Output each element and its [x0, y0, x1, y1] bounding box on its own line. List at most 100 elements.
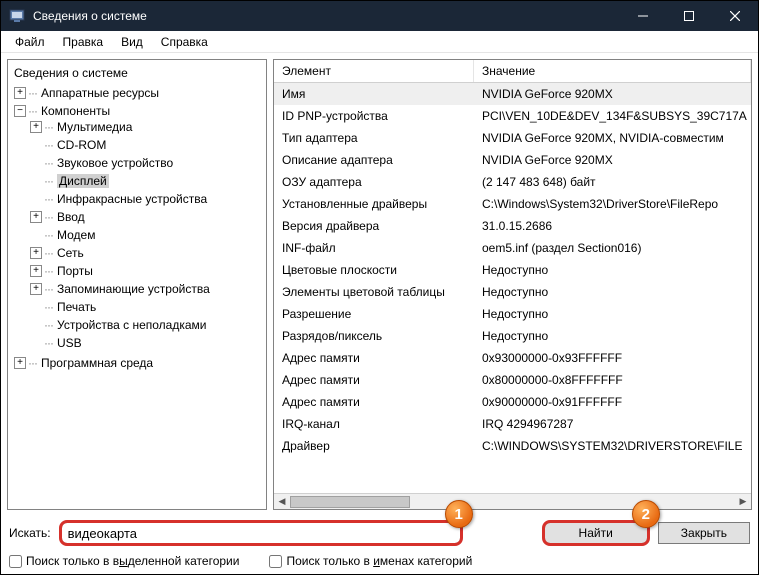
cell-value: NVIDIA GeForce 920MX, NVIDIA-совместим [474, 130, 751, 146]
table-row[interactable]: ДрайверC:\WINDOWS\SYSTEM32\DRIVERSTORE\F… [274, 435, 751, 457]
cell-value: C:\WINDOWS\SYSTEM32\DRIVERSTORE\FILE [474, 438, 751, 454]
window-title: Сведения о системе [33, 9, 620, 23]
cell-value: NVIDIA GeForce 920MX [474, 86, 751, 102]
tree-components[interactable]: Компоненты [41, 104, 110, 118]
app-icon [9, 8, 25, 24]
plus-icon[interactable]: + [30, 211, 42, 223]
table-row[interactable]: ID PNP-устройстваPCI\VEN_10DE&DEV_134F&S… [274, 105, 751, 127]
cell-element: ID PNP-устройства [274, 108, 474, 124]
cell-element: Версия драйвера [274, 218, 474, 234]
cell-element: Разрядов/пиксель [274, 328, 474, 344]
content-area: Сведения о системе + Аппаратные ресурсы −… [1, 53, 758, 516]
cell-element: Элементы цветовой таблицы [274, 284, 474, 300]
table-row[interactable]: Разрядов/пиксельНедоступно [274, 325, 751, 347]
cell-value: 0x90000000-0x91FFFFFF [474, 394, 751, 410]
plus-icon[interactable]: + [30, 121, 42, 133]
column-value[interactable]: Значение [474, 60, 751, 82]
tree-printing[interactable]: Печать [57, 300, 96, 314]
cell-element: Имя [274, 86, 474, 102]
tree-hardware[interactable]: Аппаратные ресурсы [41, 86, 159, 100]
tree-problem-devices[interactable]: Устройства с неполадками [57, 318, 206, 332]
cell-element: Описание адаптера [274, 152, 474, 168]
close-button[interactable] [712, 1, 758, 31]
table-row[interactable]: ОЗУ адаптера(2 147 483 648) байт [274, 171, 751, 193]
menu-help[interactable]: Справка [153, 33, 216, 51]
cell-value: 0x80000000-0x8FFFFFFF [474, 372, 751, 388]
cell-element: Драйвер [274, 438, 474, 454]
table-row[interactable]: Адрес памяти0x93000000-0x93FFFFFF [274, 347, 751, 369]
close-search-button[interactable]: Закрыть [658, 522, 750, 544]
search-input[interactable] [61, 522, 461, 544]
scroll-left-icon[interactable]: ◀ [274, 494, 290, 510]
check-category-names[interactable]: Поиск только в именах категорий [269, 554, 472, 568]
plus-icon[interactable]: + [14, 357, 26, 369]
cell-value: Недоступно [474, 306, 751, 322]
column-element[interactable]: Элемент [274, 60, 474, 82]
menu-edit[interactable]: Правка [55, 33, 112, 51]
tree-storage[interactable]: Запоминающие устройства [57, 282, 210, 296]
plus-icon[interactable]: + [30, 265, 42, 277]
table-row[interactable]: РазрешениеНедоступно [274, 303, 751, 325]
check-selected-category[interactable]: Поиск только в выделенной категории [9, 554, 239, 568]
maximize-button[interactable] [666, 1, 712, 31]
tree-ports[interactable]: Порты [57, 264, 93, 278]
check-category-names-box[interactable] [269, 555, 282, 568]
table-row[interactable]: Описание адаптераNVIDIA GeForce 920MX [274, 149, 751, 171]
search-options: Поиск только в выделенной категории Поис… [1, 548, 758, 574]
table-row[interactable]: ИмяNVIDIA GeForce 920MX [274, 83, 751, 105]
tree-cdrom[interactable]: CD-ROM [57, 138, 106, 152]
cell-element: Разрешение [274, 306, 474, 322]
cell-value: IRQ 4294967287 [474, 416, 751, 432]
table-row[interactable]: Установленные драйверыC:\Windows\System3… [274, 193, 751, 215]
cell-value: (2 147 483 648) байт [474, 174, 751, 190]
cell-value: NVIDIA GeForce 920MX [474, 152, 751, 168]
cell-value: oem5.inf (раздел Section016) [474, 240, 751, 256]
table-row[interactable]: Адрес памяти0x80000000-0x8FFFFFFF [274, 369, 751, 391]
cell-value: C:\Windows\System32\DriverStore\FileRepo [474, 196, 751, 212]
cell-value: 31.0.15.2686 [474, 218, 751, 234]
plus-icon[interactable]: + [30, 283, 42, 295]
cell-element: INF-файл [274, 240, 474, 256]
cell-value: Недоступно [474, 328, 751, 344]
table-row[interactable]: Версия драйвера31.0.15.2686 [274, 215, 751, 237]
find-button[interactable]: Найти [544, 522, 648, 544]
cell-element: Тип адаптера [274, 130, 474, 146]
tree-input[interactable]: Ввод [57, 210, 85, 224]
table-row[interactable]: IRQ-каналIRQ 4294967287 [274, 413, 751, 435]
tree-root[interactable]: Сведения о системе [10, 64, 264, 84]
tree-software-env[interactable]: Программная среда [41, 356, 153, 370]
tree-usb[interactable]: USB [57, 336, 82, 350]
callout-2: 2 [632, 500, 660, 528]
table-row[interactable]: Адрес памяти0x90000000-0x91FFFFFF [274, 391, 751, 413]
plus-icon[interactable]: + [30, 247, 42, 259]
table-body[interactable]: ИмяNVIDIA GeForce 920MXID PNP-устройства… [274, 83, 751, 493]
scroll-right-icon[interactable]: ▶ [735, 494, 751, 510]
system-info-window: Сведения о системе Файл Правка Вид Справ… [0, 0, 759, 575]
tree-multimedia[interactable]: Мультимедиа [57, 120, 132, 134]
horizontal-scrollbar[interactable]: ◀ ▶ [274, 493, 751, 509]
minimize-button[interactable] [620, 1, 666, 31]
cell-element: Установленные драйверы [274, 196, 474, 212]
table-row[interactable]: Тип адаптераNVIDIA GeForce 920MX, NVIDIA… [274, 127, 751, 149]
check-selected-category-box[interactable] [9, 555, 22, 568]
cell-element: Адрес памяти [274, 350, 474, 366]
table-header: Элемент Значение [274, 60, 751, 83]
table-row[interactable]: Цветовые плоскостиНедоступно [274, 259, 751, 281]
tree-display[interactable]: Дисплей [57, 174, 109, 188]
titlebar[interactable]: Сведения о системе [1, 1, 758, 31]
menu-file[interactable]: Файл [7, 33, 53, 51]
tree-sound[interactable]: Звуковое устройство [57, 156, 173, 170]
cell-element: Адрес памяти [274, 372, 474, 388]
table-row[interactable]: Элементы цветовой таблицыНедоступно [274, 281, 751, 303]
plus-icon[interactable]: + [14, 87, 26, 99]
tree-infrared[interactable]: Инфракрасные устройства [57, 192, 207, 206]
scroll-thumb[interactable] [290, 496, 410, 508]
tree-modem[interactable]: Модем [57, 228, 95, 242]
minus-icon[interactable]: − [14, 105, 26, 117]
cell-value: Недоступно [474, 262, 751, 278]
menu-view[interactable]: Вид [113, 33, 151, 51]
tree-network[interactable]: Сеть [57, 246, 84, 260]
table-row[interactable]: INF-файлoem5.inf (раздел Section016) [274, 237, 751, 259]
details-table: Элемент Значение ИмяNVIDIA GeForce 920MX… [273, 59, 752, 510]
category-tree[interactable]: Сведения о системе + Аппаратные ресурсы −… [7, 59, 267, 510]
